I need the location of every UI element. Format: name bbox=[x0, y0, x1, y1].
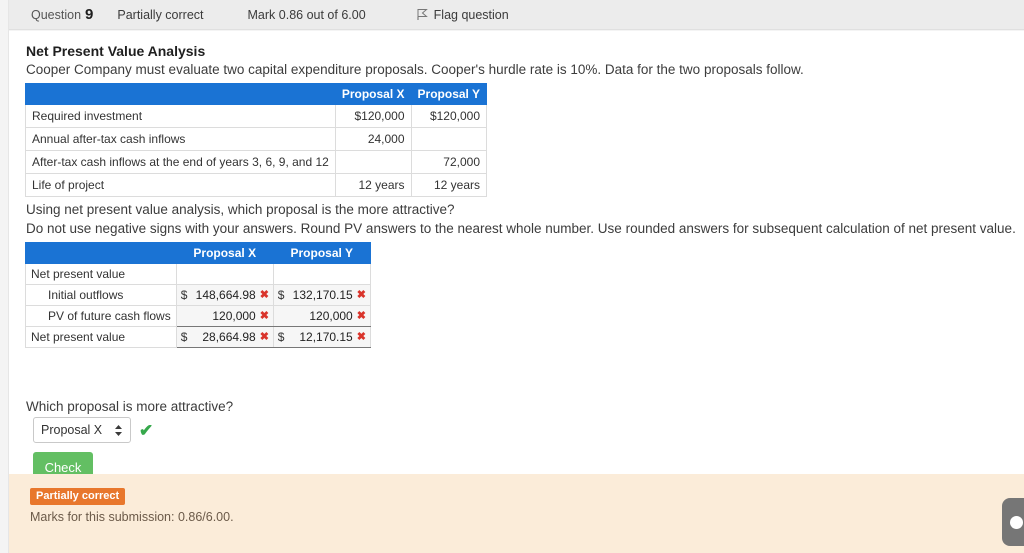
given-row-y: $120,000 bbox=[410, 104, 488, 128]
table-row: Required investment $120,000 $120,000 bbox=[25, 104, 488, 128]
incorrect-icon: ✖ bbox=[356, 288, 366, 301]
correct-icon: ✔ bbox=[139, 420, 154, 440]
answer-header-proposal-y: Proposal Y bbox=[272, 242, 371, 264]
currency-symbol: $ bbox=[180, 330, 188, 344]
table-row: Annual after-tax cash inflows 24,000 bbox=[25, 127, 488, 151]
question-state: Partially correct bbox=[117, 7, 204, 22]
incorrect-icon: ✖ bbox=[259, 309, 269, 322]
left-gutter bbox=[0, 0, 9, 553]
flag-question-button[interactable]: Flag question bbox=[416, 8, 509, 22]
answer-input-value[interactable]: 28,664.98 bbox=[191, 330, 260, 344]
circle-icon bbox=[1010, 515, 1023, 529]
question-word: Question bbox=[31, 8, 82, 22]
proposal-select-wrapper: Proposal X ✔ bbox=[33, 417, 153, 443]
table-row: PV of future cash flows 120,000 ✖ 120,00… bbox=[25, 305, 371, 327]
given-row-y: 72,000 bbox=[410, 150, 488, 174]
incorrect-icon: ✖ bbox=[259, 288, 269, 301]
incorrect-icon: ✖ bbox=[259, 330, 269, 343]
given-row-x: $120,000 bbox=[334, 104, 412, 128]
currency-symbol: $ bbox=[277, 288, 285, 302]
answer-header-blank bbox=[25, 242, 177, 264]
answer-cell-x[interactable]: $ 148,664.98 ✖ bbox=[175, 284, 274, 306]
given-row-label: After-tax cash inflows at the end of yea… bbox=[25, 150, 336, 174]
question-info-bar: Question 9 Partially correct Mark 0.86 o… bbox=[9, 0, 1024, 30]
answer-row-label: Net present value bbox=[25, 263, 177, 285]
given-row-x: 24,000 bbox=[334, 127, 412, 151]
answer-input-value[interactable]: 148,664.98 bbox=[191, 288, 260, 302]
given-row-x bbox=[334, 150, 412, 174]
answer-cell-y[interactable]: $ 12,170.15 ✖ bbox=[272, 326, 371, 348]
chevron-updown-icon bbox=[114, 424, 123, 437]
table-row: Initial outflows $ 148,664.98 ✖ $ 132,17… bbox=[25, 284, 371, 306]
page-title: Net Present Value Analysis bbox=[26, 43, 206, 59]
incorrect-icon: ✖ bbox=[356, 330, 366, 343]
table-row: Life of project 12 years 12 years bbox=[25, 173, 488, 197]
given-row-label: Life of project bbox=[25, 173, 336, 197]
page-root: Question 9 Partially correct Mark 0.86 o… bbox=[0, 0, 1024, 553]
prompt-line-1: Using net present value analysis, which … bbox=[26, 202, 455, 217]
table-row: Net present value bbox=[25, 263, 371, 285]
answer-cell-y[interactable]: 120,000 ✖ bbox=[272, 305, 371, 327]
answer-row-label: PV of future cash flows bbox=[25, 305, 177, 327]
given-header-proposal-x: Proposal X bbox=[334, 83, 412, 105]
proposal-select[interactable]: Proposal X bbox=[33, 417, 131, 443]
side-widget-tab[interactable] bbox=[1002, 498, 1024, 546]
answer-row-label: Net present value bbox=[25, 326, 177, 348]
answer-input-value[interactable]: 132,170.15 bbox=[288, 288, 357, 302]
answer-cell-x[interactable]: $ 28,664.98 ✖ bbox=[175, 326, 274, 348]
prompt-line-2: Do not use negative signs with your answ… bbox=[26, 221, 1016, 236]
given-header-blank bbox=[25, 83, 336, 105]
given-row-x: 12 years bbox=[334, 173, 412, 197]
sub-question-text: Which proposal is more attractive? bbox=[26, 399, 234, 414]
proposal-select-value: Proposal X bbox=[41, 423, 103, 437]
answer-header-proposal-x: Proposal X bbox=[175, 242, 274, 264]
answer-cell-x[interactable]: 120,000 ✖ bbox=[175, 305, 274, 327]
given-row-label: Annual after-tax cash inflows bbox=[25, 127, 336, 151]
answer-cell-x bbox=[175, 263, 274, 285]
given-header-proposal-y: Proposal Y bbox=[410, 83, 488, 105]
feedback-panel: Partially correct Marks for this submiss… bbox=[9, 474, 1024, 553]
question-mark: Mark 0.86 out of 6.00 bbox=[247, 7, 366, 22]
question-intro-text: Cooper Company must evaluate two capital… bbox=[26, 62, 804, 77]
question-content: Net Present Value Analysis Cooper Compan… bbox=[9, 31, 1024, 482]
marks-text: Marks for this submission: 0.86/6.00. bbox=[30, 510, 234, 524]
table-header-row: Proposal X Proposal Y bbox=[25, 83, 488, 105]
question-number-block: Question 9 bbox=[9, 6, 93, 23]
answer-cell-y[interactable]: $ 132,170.15 ✖ bbox=[272, 284, 371, 306]
given-row-y bbox=[410, 127, 488, 151]
table-header-row: Proposal X Proposal Y bbox=[25, 242, 371, 264]
given-data-table: Proposal X Proposal Y Required investmen… bbox=[25, 83, 488, 197]
question-number: 9 bbox=[85, 6, 94, 23]
incorrect-icon: ✖ bbox=[356, 309, 366, 322]
answer-cell-y bbox=[272, 263, 371, 285]
table-row: Net present value $ 28,664.98 ✖ $ 12,170… bbox=[25, 326, 371, 348]
answer-table: Proposal X Proposal Y Net present value … bbox=[25, 242, 371, 348]
status-badge: Partially correct bbox=[30, 488, 126, 506]
given-row-label: Required investment bbox=[25, 104, 336, 128]
given-row-y: 12 years bbox=[410, 173, 488, 197]
flag-icon bbox=[416, 8, 428, 21]
answer-input-value[interactable]: 120,000 bbox=[191, 309, 260, 323]
answer-input-value[interactable]: 12,170.15 bbox=[288, 330, 357, 344]
answer-input-value[interactable]: 120,000 bbox=[288, 309, 357, 323]
flag-question-label: Flag question bbox=[433, 7, 509, 22]
currency-symbol: $ bbox=[277, 330, 285, 344]
answer-row-label: Initial outflows bbox=[25, 284, 177, 306]
table-row: After-tax cash inflows at the end of yea… bbox=[25, 150, 488, 174]
currency-symbol: $ bbox=[180, 288, 188, 302]
